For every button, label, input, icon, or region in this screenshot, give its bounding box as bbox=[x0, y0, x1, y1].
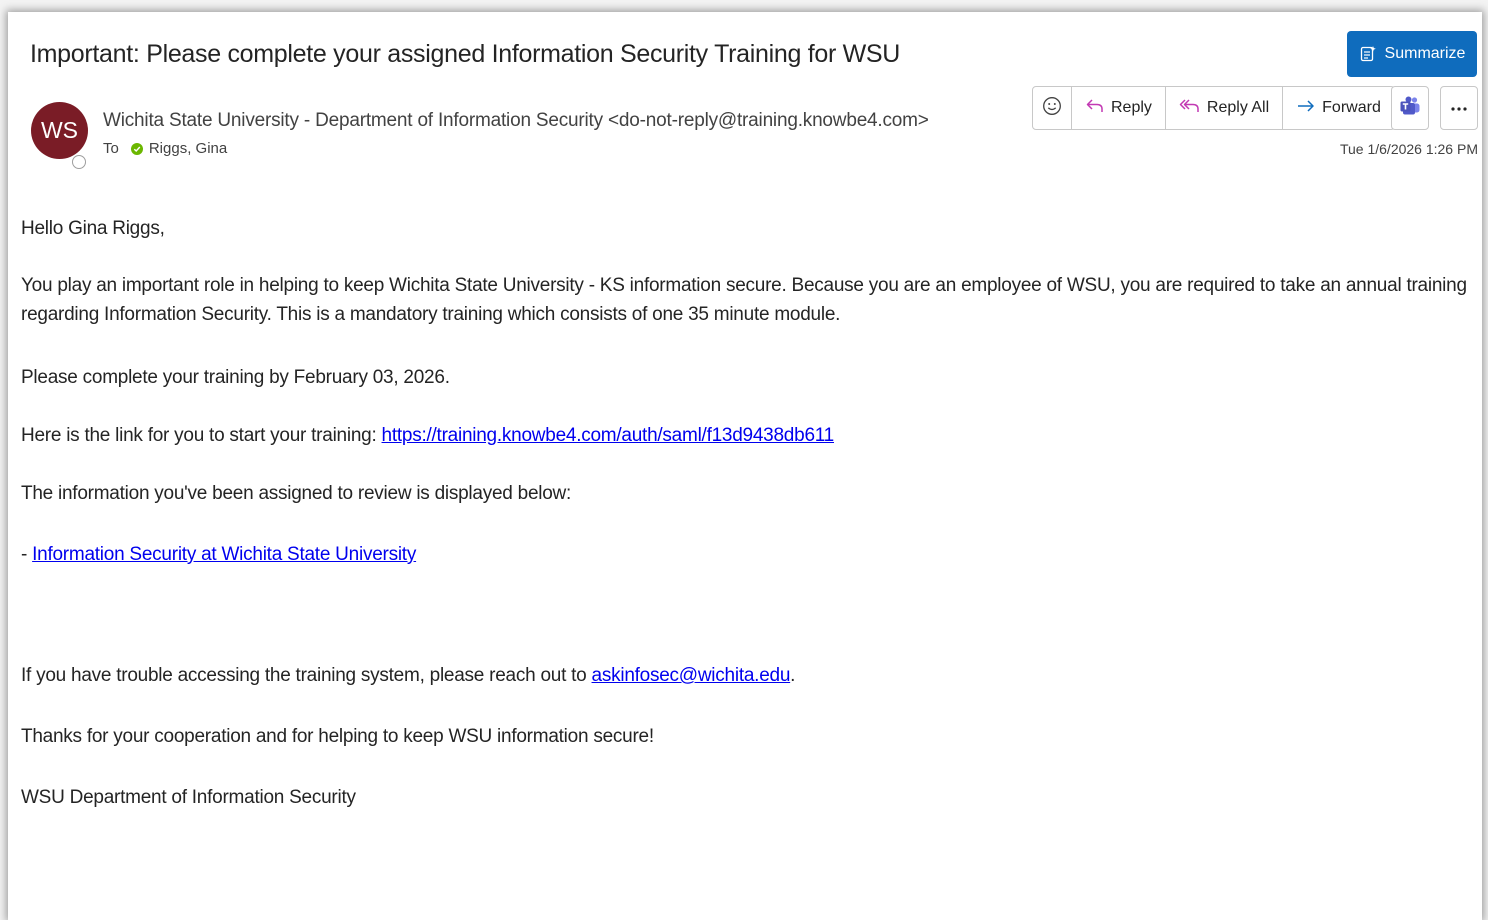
summarize-label: Summarize bbox=[1384, 45, 1466, 62]
reply-label: Reply bbox=[1111, 99, 1152, 116]
assigned-module-item: - Information Security at Wichita State … bbox=[21, 540, 416, 569]
signature: WSU Department of Information Security bbox=[21, 787, 356, 808]
reply-icon bbox=[1085, 97, 1105, 120]
support-email-link[interactable]: askinfosec@wichita.edu bbox=[592, 665, 791, 686]
reply-all-button[interactable]: Reply All bbox=[1166, 87, 1284, 129]
thanks-text: Thanks for your cooperation and for help… bbox=[21, 726, 654, 747]
screenshot-frame: Important: Please complete your assigned… bbox=[0, 0, 1488, 920]
teams-icon bbox=[1399, 95, 1421, 122]
forward-button[interactable]: Forward bbox=[1283, 87, 1394, 129]
to-label: To bbox=[103, 140, 119, 157]
summarize-icon bbox=[1359, 45, 1377, 63]
training-link-intro: Here is the link for you to start your t… bbox=[21, 425, 382, 446]
greeting: Hello Gina Riggs, bbox=[21, 218, 165, 239]
recipient-line: To Riggs, Gina bbox=[103, 140, 227, 157]
more-icon bbox=[1450, 99, 1468, 117]
teams-share-button[interactable] bbox=[1391, 86, 1429, 130]
emoji-icon bbox=[1042, 96, 1062, 121]
list-dash: - bbox=[21, 544, 33, 565]
reply-all-icon bbox=[1179, 97, 1201, 120]
sent-timestamp: Tue 1/6/2026 1:26 PM bbox=[1339, 141, 1478, 157]
training-link-line: Here is the link for you to start your t… bbox=[21, 421, 834, 450]
support-text: If you have trouble accessing the traini… bbox=[21, 665, 592, 686]
presence-status-icon bbox=[72, 155, 86, 169]
reply-button[interactable]: Reply bbox=[1072, 87, 1166, 129]
message-actions-toolbar: Reply Reply All Forward bbox=[1032, 86, 1395, 130]
body-paragraph-intro: You play an important role in helping to… bbox=[21, 275, 1467, 325]
forward-icon bbox=[1296, 97, 1316, 120]
support-period: . bbox=[790, 665, 796, 686]
sender-avatar[interactable]: WS bbox=[31, 102, 88, 159]
summarize-button[interactable]: Summarize bbox=[1347, 31, 1477, 77]
forward-label: Forward bbox=[1322, 99, 1381, 116]
module-link[interactable]: Information Security at Wichita State Un… bbox=[32, 544, 416, 565]
reply-all-label: Reply All bbox=[1206, 99, 1270, 116]
assigned-intro-text: The information you've been assigned to … bbox=[21, 483, 572, 504]
training-link[interactable]: https://training.knowbe4.com/auth/saml/f… bbox=[382, 425, 835, 446]
reaction-button[interactable] bbox=[1033, 87, 1072, 129]
sender-name[interactable]: Wichita State University - Department of… bbox=[103, 110, 929, 132]
available-status-icon bbox=[130, 142, 143, 155]
recipient-name[interactable]: Riggs, Gina bbox=[149, 140, 227, 157]
more-actions-button[interactable] bbox=[1440, 86, 1478, 130]
email-subject: Important: Please complete your assigned… bbox=[30, 40, 901, 68]
avatar-initials: WS bbox=[40, 117, 79, 143]
support-line: If you have trouble accessing the traini… bbox=[21, 661, 795, 690]
deadline-text: Please complete your training by Februar… bbox=[21, 367, 450, 388]
email-reading-pane: Important: Please complete your assigned… bbox=[8, 12, 1482, 920]
